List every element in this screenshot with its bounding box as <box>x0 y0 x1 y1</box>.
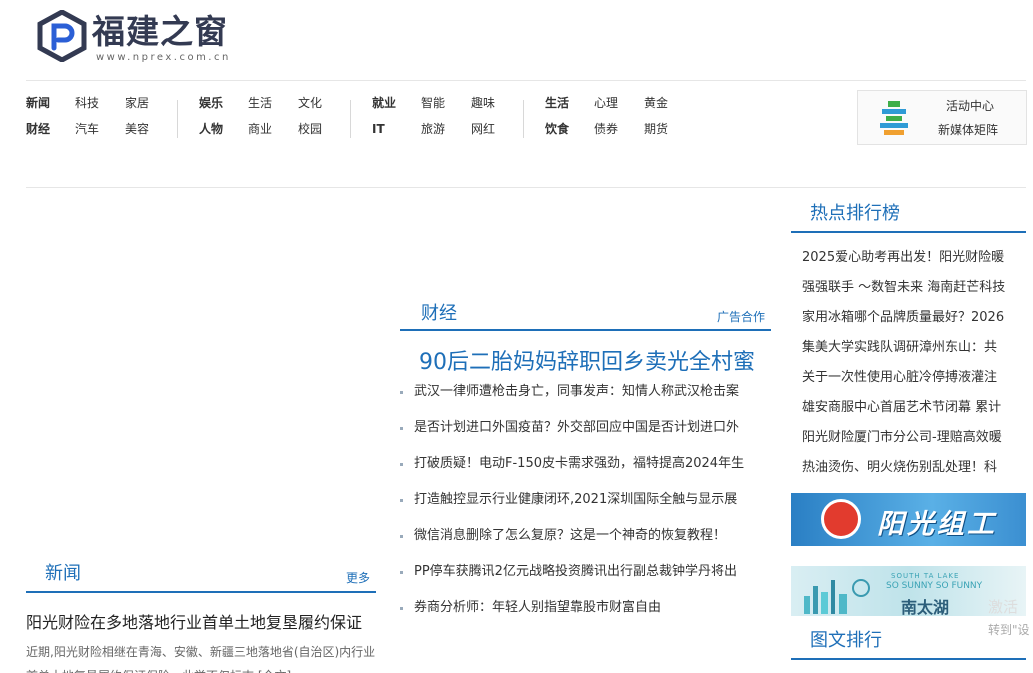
finance-news-item[interactable]: 打破质疑！电动F-150皮卡需求强劲，福特提高2024年生 <box>400 453 766 489</box>
nav-link[interactable]: 汽车 <box>75 122 99 136</box>
news-more-link[interactable]: 更多 <box>346 569 370 586</box>
hot-ranking-title: 热点排行榜 <box>810 203 900 224</box>
nav-link[interactable]: 美容 <box>125 122 149 136</box>
activity-center-link[interactable]: 活动中心 <box>946 97 994 114</box>
nav-link[interactable]: 旅游 <box>421 122 445 136</box>
activation-watermark: 激活 <box>988 598 1019 616</box>
finance-news-text: 武汉一律师遭枪击身亡，同事发声：知情人称武汉枪击案 <box>414 384 740 399</box>
nav-link[interactable]: 就业 <box>372 96 396 110</box>
finance-news-text: PP停车获腾讯2亿元战略投资腾讯出行副总裁钟学丹将出 <box>414 564 737 579</box>
hot-ranking-item[interactable]: 关于一次性使用心脏冷停搏液灌注 <box>802 367 1026 397</box>
nav-link[interactable]: 心理 <box>594 96 618 110</box>
ad-cooperation-link[interactable]: 广告合作 <box>717 308 765 325</box>
nav-link[interactable]: 人物 <box>199 122 223 136</box>
finance-news-text: 是否计划进口外国疫苗？外交部回应中国是否计划进口外 <box>414 420 740 435</box>
finance-news-item[interactable]: 微信消息删除了怎么复原？这是一个神奇的恢复教程！ <box>400 525 766 561</box>
media-matrix-icon <box>880 101 908 135</box>
header-divider <box>26 80 1026 81</box>
finance-news-item[interactable]: 打造触控显示行业健康闭环,2021深圳国际全触与显示展 <box>400 489 766 525</box>
bullet-icon <box>400 427 403 430</box>
finance-news-text: 微信消息删除了怎么复原？这是一个神奇的恢复教程！ <box>414 528 727 543</box>
news-lead-title[interactable]: 阳光财险在多地落地行业首单土地复垦履约保证 <box>26 609 362 633</box>
finance-news-item[interactable]: 券商分析师：年轻人别指望靠股市财富自由 <box>400 597 766 633</box>
hot-ranking-item[interactable]: 集美大学实践队调研漳州东山：共 <box>802 337 1026 367</box>
media-matrix-link[interactable]: 新媒体矩阵 <box>938 121 998 138</box>
finance-headline[interactable]: 90后二胎妈妈辞职回乡卖光全村蜜 <box>419 344 755 376</box>
finance-news-item[interactable]: PP停车获腾讯2亿元战略投资腾讯出行副总裁钟学丹将出 <box>400 561 766 597</box>
nav-link[interactable]: 娱乐 <box>199 96 223 110</box>
finance-section-title[interactable]: 财经 <box>421 303 457 325</box>
logo-url: www.nprex.com.cn <box>96 52 231 63</box>
hot-ranking-item[interactable]: 家用冰箱哪个品牌质量最好？2026 <box>802 307 1026 337</box>
finance-news-item[interactable]: 武汉一律师遭枪击身亡，同事发声：知情人称武汉枪击案 <box>400 381 766 417</box>
logo-icon <box>37 10 87 62</box>
picture-title-underline <box>791 658 1026 660</box>
nav-separator <box>177 100 178 138</box>
banner-en-line2: SO SUNNY SO FUNNY <box>886 581 983 591</box>
finance-title-underline <box>400 329 771 331</box>
skyline-icon <box>804 579 870 614</box>
nav-link[interactable]: 黄金 <box>644 96 668 110</box>
picture-ranking-title: 图文排行 <box>810 630 882 651</box>
nav-link[interactable]: 网红 <box>471 122 495 136</box>
banner-en-line1: SOUTH TA LAKE <box>891 572 960 580</box>
site-logo[interactable]: 福建之窗 www.nprex.com.cn <box>36 10 236 65</box>
news-lead-summary: 近期,阳光财险相继在青海、安徽、新疆三地落地省(自治区)内行业首单土地复垦履约保… <box>26 645 376 673</box>
nav-link[interactable]: 饮食 <box>545 122 569 136</box>
nav-link[interactable]: 期货 <box>644 122 668 136</box>
finance-news-text: 打破质疑！电动F-150皮卡需求强劲，福特提高2024年生 <box>414 456 745 471</box>
bullet-icon <box>400 499 403 502</box>
nav-link[interactable]: 校园 <box>298 122 322 136</box>
nav-separator <box>350 100 351 138</box>
hot-ranking-list: 2025爱心助考再出发！阳光财险暖 强强联手 ～数智未来 海南赶芒科技 家用冰箱哪个… <box>802 247 1026 487</box>
finance-news-text: 券商分析师：年轻人别指望靠股市财富自由 <box>414 600 662 615</box>
nav-link[interactable]: 科技 <box>75 96 99 110</box>
nav-link[interactable]: 家居 <box>125 96 149 110</box>
activation-watermark-sub: 转到"设 <box>988 623 1030 637</box>
bullet-icon <box>400 391 403 394</box>
nav-link[interactable]: 新闻 <box>26 96 50 110</box>
nav-link[interactable]: 财经 <box>26 122 50 136</box>
nav-link[interactable]: 商业 <box>248 122 272 136</box>
news-section-title[interactable]: 新闻 <box>45 563 81 585</box>
logo-name: 福建之窗 <box>92 12 228 51</box>
nav-separator <box>523 100 524 138</box>
banner-cn-title: 南太湖 <box>901 598 950 616</box>
bullet-icon <box>400 607 403 610</box>
nav-link[interactable]: 生活 <box>248 96 272 110</box>
sunshine-party-banner[interactable]: 阳光组工 <box>791 493 1026 546</box>
nav-link[interactable]: 文化 <box>298 96 322 110</box>
hot-ranking-item[interactable]: 2025爱心助考再出发！阳光财险暖 <box>802 247 1026 277</box>
bullet-icon <box>400 535 403 538</box>
banner-text: 阳光组工 <box>877 509 997 540</box>
activity-center-box[interactable]: 活动中心 新媒体矩阵 <box>857 90 1027 145</box>
nav-link[interactable]: 债券 <box>594 122 618 136</box>
hot-ranking-item[interactable]: 强强联手 ～数智未来 海南赶芒科技 <box>802 277 1026 307</box>
nav-link[interactable]: 智能 <box>421 96 445 110</box>
bullet-icon <box>400 571 403 574</box>
hot-ranking-item[interactable]: 热油烫伤、明火烧伤别乱处理！科 <box>802 457 1026 487</box>
finance-news-list: 武汉一律师遭枪击身亡，同事发声：知情人称武汉枪击案 是否计划进口外国疫苗？外交部回… <box>400 381 766 633</box>
bullet-icon <box>400 463 403 466</box>
finance-news-text: 打造触控显示行业健康闭环,2021深圳国际全触与显示展 <box>414 492 738 507</box>
party-emblem-icon <box>821 499 861 539</box>
nav-link[interactable]: 趣味 <box>471 96 495 110</box>
hot-ranking-item[interactable]: 阳光财险厦门市分公司-理赔高效暖 <box>802 427 1026 457</box>
hot-ranking-item[interactable]: 雄安商服中心首届艺术节闭幕 累计 <box>802 397 1026 427</box>
news-title-underline <box>26 591 376 593</box>
section-divider <box>26 187 1026 188</box>
nav-link[interactable]: IT <box>372 122 385 136</box>
finance-news-item[interactable]: 是否计划进口外国疫苗？外交部回应中国是否计划进口外 <box>400 417 766 453</box>
nav-link[interactable]: 生活 <box>545 96 569 110</box>
hot-title-underline <box>791 231 1026 233</box>
